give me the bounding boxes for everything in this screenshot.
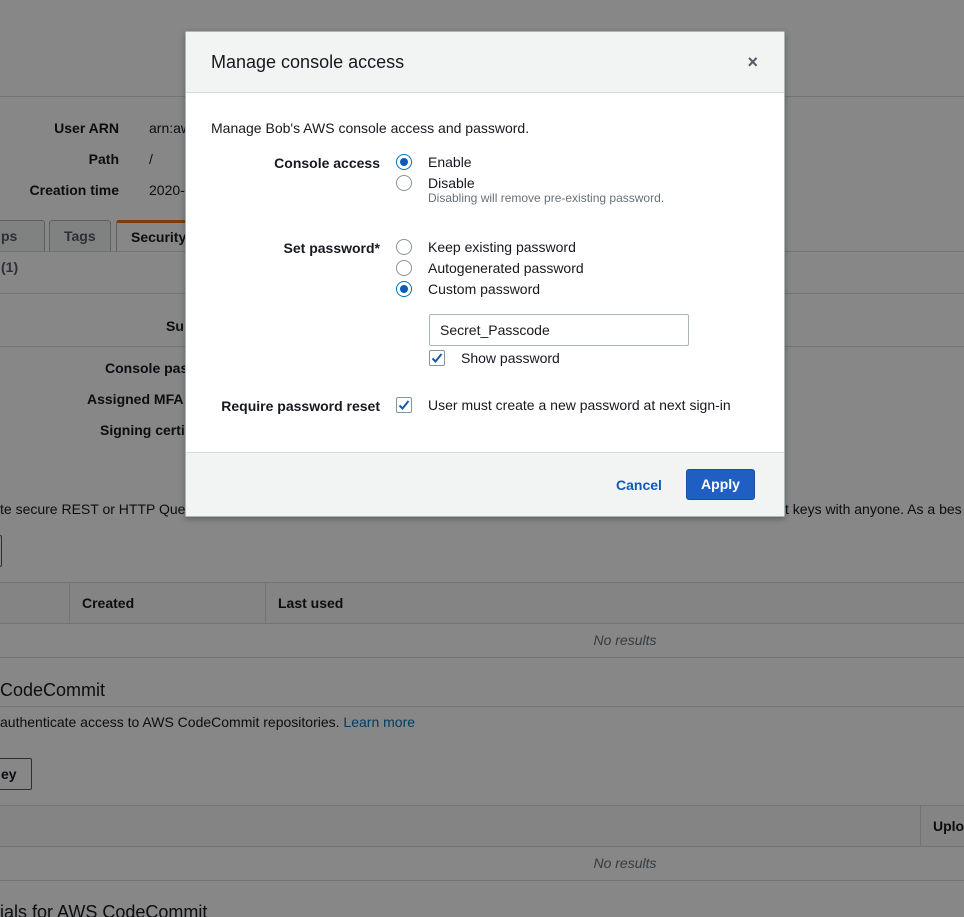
cancel-button[interactable]: Cancel bbox=[606, 470, 672, 500]
enable-option-label[interactable]: Enable bbox=[428, 154, 472, 170]
require-reset-checkbox-label[interactable]: User must create a new password at next … bbox=[428, 397, 731, 413]
disable-radio[interactable] bbox=[396, 175, 412, 191]
disable-hint: Disabling will remove pre-existing passw… bbox=[428, 191, 665, 205]
require-password-reset-label: Require password reset bbox=[221, 398, 380, 414]
apply-button[interactable]: Apply bbox=[686, 469, 755, 500]
show-password-checkbox[interactable] bbox=[429, 350, 445, 366]
keep-existing-password-label[interactable]: Keep existing password bbox=[428, 239, 576, 255]
enable-radio[interactable] bbox=[396, 154, 412, 170]
disable-option-label[interactable]: Disable bbox=[428, 175, 475, 191]
checkmark-icon bbox=[431, 353, 443, 363]
custom-password-label[interactable]: Custom password bbox=[428, 281, 540, 297]
dialog-body: Manage Bob's AWS console access and pass… bbox=[186, 93, 784, 454]
dialog-intro: Manage Bob's AWS console access and pass… bbox=[211, 120, 530, 136]
autogenerated-password-radio[interactable] bbox=[396, 260, 412, 276]
set-password-label: Set password* bbox=[283, 240, 380, 256]
dialog-footer: Cancel Apply bbox=[186, 452, 784, 516]
console-access-label: Console access bbox=[274, 155, 380, 171]
dialog-header: Manage console access × bbox=[186, 32, 784, 93]
show-password-label[interactable]: Show password bbox=[461, 350, 560, 366]
autogenerated-password-label[interactable]: Autogenerated password bbox=[428, 260, 584, 276]
dialog-title: Manage console access bbox=[211, 52, 405, 72]
require-reset-checkbox[interactable] bbox=[396, 397, 412, 413]
manage-console-access-dialog: Manage console access × Manage Bob's AWS… bbox=[185, 31, 785, 517]
keep-existing-password-radio[interactable] bbox=[396, 239, 412, 255]
checkmark-icon bbox=[398, 400, 410, 410]
custom-password-radio[interactable] bbox=[396, 281, 412, 297]
close-icon[interactable]: × bbox=[747, 52, 758, 72]
custom-password-input[interactable] bbox=[429, 314, 689, 346]
